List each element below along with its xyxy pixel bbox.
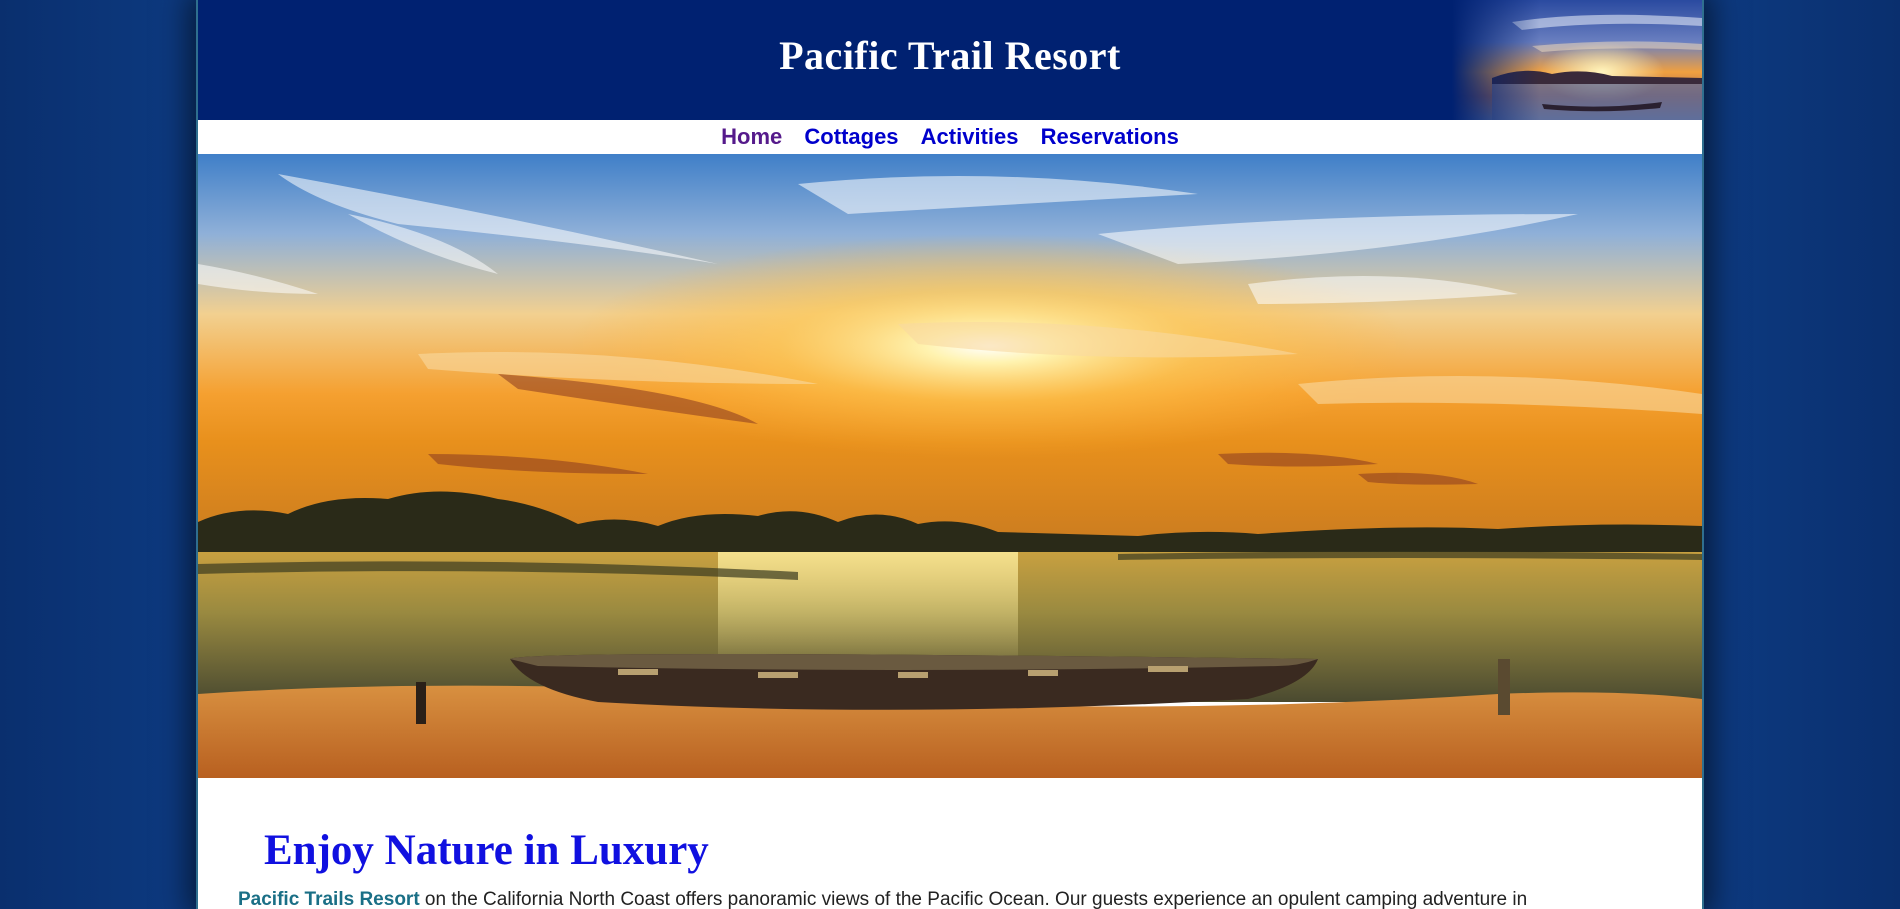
nav-link-reservations[interactable]: Reservations xyxy=(1041,124,1179,149)
main-content: Enjoy Nature in Luxury Pacific Trails Re… xyxy=(198,826,1702,909)
page-wrapper: Pacific Trail Resort Home Cottages Activ… xyxy=(196,0,1704,909)
nav-link-activities[interactable]: Activities xyxy=(921,124,1019,149)
resort-name: Pacific Trails Resort xyxy=(238,889,420,909)
main-heading: Enjoy Nature in Luxury xyxy=(264,827,709,874)
nav-link-cottages[interactable]: Cottages xyxy=(804,124,898,149)
main-navigation: Home Cottages Activities Reservations xyxy=(198,120,1702,154)
header-sunset-image xyxy=(1452,0,1702,120)
nav-link-home[interactable]: Home xyxy=(721,124,782,149)
site-header: Pacific Trail Resort xyxy=(198,0,1702,120)
intro-text: on the California North Coast offers pan… xyxy=(419,889,1528,909)
intro-paragraph: Pacific Trails Resort on the California … xyxy=(238,889,1662,909)
hero-sunset-image xyxy=(198,154,1702,778)
